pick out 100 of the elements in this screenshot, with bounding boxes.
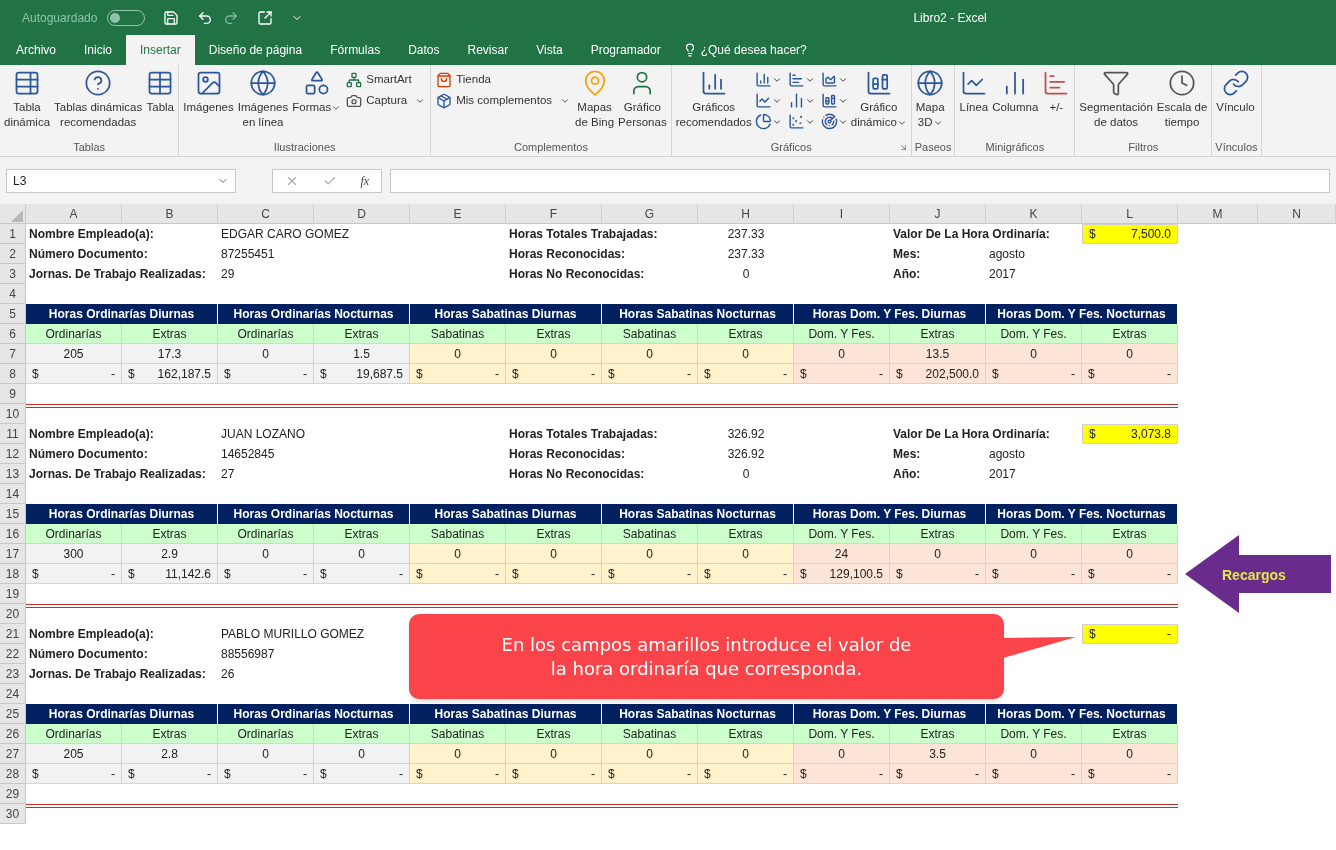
row-header[interactable]: 21 xyxy=(0,624,26,644)
row-header[interactable]: 10 xyxy=(0,404,26,424)
row-header[interactable]: 30 xyxy=(0,804,26,824)
chart-type-button[interactable] xyxy=(787,113,815,130)
column-header[interactable]: N xyxy=(1258,204,1336,224)
ribbon-tab[interactable]: Revisar xyxy=(453,35,523,65)
ribbon-tab[interactable]: Fórmulas xyxy=(316,35,395,65)
row-header[interactable]: 9 xyxy=(0,384,26,404)
field-value: 326.92 xyxy=(726,446,766,463)
row-header[interactable]: 16 xyxy=(0,524,26,544)
chart-type-button[interactable] xyxy=(754,113,782,130)
ribbon-button[interactable]: Escala de tiempo xyxy=(1155,69,1209,130)
ribbon-button[interactable]: Tienda xyxy=(434,71,573,89)
ribbon-button[interactable]: Mapa 3D xyxy=(914,69,946,130)
row-header[interactable]: 27 xyxy=(0,744,26,764)
column-header[interactable]: M xyxy=(1178,204,1258,224)
chart-type-button[interactable] xyxy=(820,113,848,130)
row-header[interactable]: 15 xyxy=(0,504,26,524)
ribbon-button[interactable]: Tablas dinámicas recomendadas xyxy=(53,69,144,130)
column-header[interactable]: J xyxy=(890,204,986,224)
dialog-launcher-icon[interactable] xyxy=(898,142,908,152)
ribbon-tab[interactable]: Inicio xyxy=(70,35,127,65)
row-header[interactable]: 26 xyxy=(0,724,26,744)
chart-type-button[interactable] xyxy=(820,71,848,88)
rate-cell[interactable]: $ - xyxy=(1082,624,1178,644)
ribbon-button[interactable]: +/- xyxy=(1041,69,1072,115)
ribbon-button[interactable]: Imágenes xyxy=(182,69,235,115)
row-header[interactable]: 17 xyxy=(0,544,26,564)
ribbon-button[interactable]: Gráfico Personas xyxy=(617,69,668,130)
table-header: Extras xyxy=(890,524,986,544)
name-box[interactable]: L3 xyxy=(6,168,236,193)
ribbon-tab[interactable]: Datos xyxy=(394,35,454,65)
row-header[interactable]: 8 xyxy=(0,364,26,384)
ribbon-button[interactable]: Imágenes en línea xyxy=(236,69,290,130)
field-value: JUAN LOZANO xyxy=(220,426,306,443)
chart-type-button[interactable] xyxy=(787,71,815,88)
column-header[interactable]: G xyxy=(602,204,698,224)
ribbon-button[interactable]: Captura xyxy=(344,92,428,110)
save-icon[interactable] xyxy=(163,9,180,26)
chart-type-button[interactable] xyxy=(754,92,782,109)
row-header[interactable]: 3 xyxy=(0,264,26,284)
chart-type-button[interactable] xyxy=(754,71,782,88)
row-header[interactable]: 11 xyxy=(0,424,26,444)
field-label: Mes: xyxy=(892,446,922,463)
chart-type-button[interactable] xyxy=(820,92,848,109)
ribbon-button[interactable]: Segmentación de datos xyxy=(1078,69,1154,130)
row-header[interactable]: 20 xyxy=(0,604,26,624)
row-header[interactable]: 14 xyxy=(0,484,26,504)
redo-icon[interactable] xyxy=(223,9,240,26)
ribbon-button[interactable]: Línea xyxy=(958,69,990,115)
row-header[interactable]: 24 xyxy=(0,684,26,704)
column-header[interactable]: K xyxy=(986,204,1082,224)
ribbon-tab[interactable]: Diseño de página xyxy=(194,35,317,65)
row-header[interactable]: 4 xyxy=(0,284,26,304)
row-header[interactable]: 7 xyxy=(0,344,26,364)
table-header: Extras xyxy=(1082,324,1178,344)
rate-cell[interactable]: $ 3,073.8 xyxy=(1082,424,1178,444)
ribbon-button[interactable]: Mis complementos xyxy=(434,92,573,110)
column-header[interactable]: F xyxy=(506,204,602,224)
row-header[interactable]: 29 xyxy=(0,784,26,804)
column-header[interactable]: B xyxy=(122,204,218,224)
row-header[interactable]: 13 xyxy=(0,464,26,484)
column-header[interactable]: C xyxy=(218,204,314,224)
window-title: Libro2 - Excel xyxy=(913,9,987,27)
row-header[interactable]: 28 xyxy=(0,764,26,784)
row-header[interactable]: 12 xyxy=(0,444,26,464)
rate-cell[interactable]: $ 7,500.0 xyxy=(1082,224,1178,244)
ribbon-button[interactable]: Vínculo xyxy=(1215,69,1256,115)
row-header[interactable]: 23 xyxy=(0,664,26,684)
row-header[interactable]: 19 xyxy=(0,584,26,604)
ribbon-button[interactable]: Columna xyxy=(991,69,1040,115)
undo-icon[interactable] xyxy=(197,9,214,26)
row-header[interactable]: 25 xyxy=(0,704,26,724)
column-header[interactable]: A xyxy=(26,204,122,224)
row-header[interactable]: 1 xyxy=(0,224,26,244)
column-header[interactable]: D xyxy=(314,204,410,224)
formula-input[interactable] xyxy=(390,168,1330,193)
ribbon-button[interactable]: Gráficos recomendados xyxy=(674,69,753,130)
ribbon-button[interactable]: SmartArt xyxy=(344,71,428,89)
ribbon-button[interactable]: Tabla dinámica xyxy=(3,69,52,130)
tell-me-field[interactable]: ¿Qué desea hacer? xyxy=(700,41,807,59)
row-header[interactable]: 6 xyxy=(0,324,26,344)
ribbon-tab[interactable]: Programador xyxy=(576,35,675,65)
ribbon-button[interactable]: Mapas de Bing xyxy=(574,69,616,130)
ribbon-button[interactable]: Gráfico dinámico xyxy=(849,69,908,130)
row-header[interactable]: 18 xyxy=(0,564,26,584)
column-header[interactable]: H xyxy=(698,204,794,224)
ribbon-tab[interactable]: Vista xyxy=(522,35,577,65)
column-header[interactable]: I xyxy=(794,204,890,224)
insert-function-button[interactable]: fx xyxy=(360,171,370,190)
ribbon-button[interactable]: Tabla xyxy=(145,69,176,115)
ribbon-tab[interactable]: Archivo xyxy=(2,35,70,65)
cell-value: - xyxy=(783,765,788,783)
ribbon-tab[interactable]: Insertar xyxy=(126,35,195,65)
row-header[interactable]: 2 xyxy=(0,244,26,264)
row-header[interactable]: 5 xyxy=(0,304,26,324)
row-header[interactable]: 22 xyxy=(0,644,26,664)
column-header[interactable]: E xyxy=(410,204,506,224)
ribbon-button[interactable]: Formas xyxy=(291,69,343,115)
table-header: Dom. Y Fes. xyxy=(794,524,890,544)
